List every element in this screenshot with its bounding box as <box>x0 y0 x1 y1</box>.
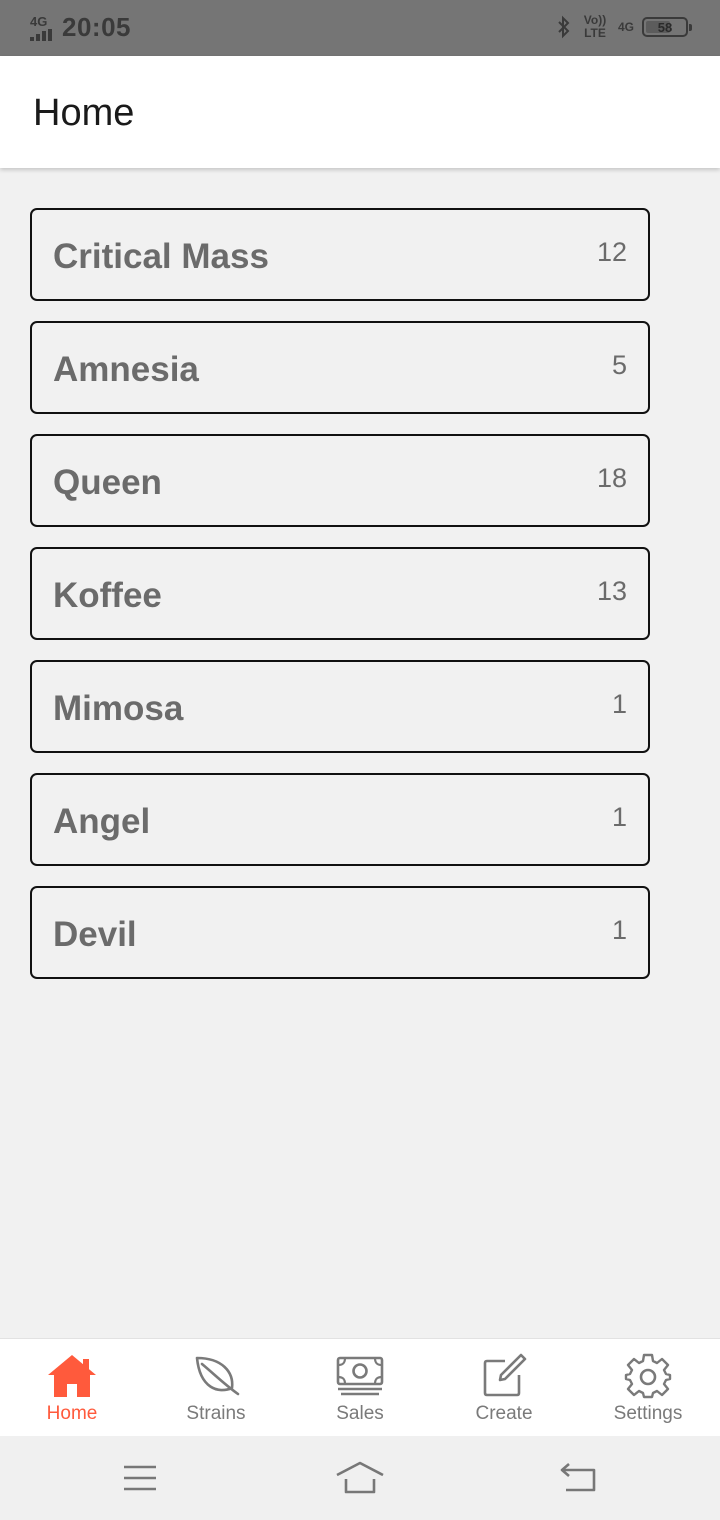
leaf-icon <box>195 1356 240 1396</box>
strain-name: Devil <box>53 915 137 954</box>
strain-card[interactable]: Critical Mass 12 <box>30 208 650 301</box>
nav-settings[interactable]: Settings <box>576 1339 720 1437</box>
strain-count: 13 <box>596 576 627 606</box>
nav-label: Create <box>475 1403 533 1424</box>
system-nav <box>0 1436 720 1520</box>
strain-card[interactable]: Angel 1 <box>30 773 650 866</box>
status-left: 4G 20:05 <box>30 12 131 43</box>
strain-card[interactable]: Devil 1 <box>30 886 650 979</box>
strain-name: Queen <box>53 463 162 502</box>
signal-icon <box>30 28 52 41</box>
bottom-nav: Home Strains Sales Create Settings <box>0 1338 720 1436</box>
nav-label: Home <box>46 1403 98 1424</box>
bluetooth-icon <box>558 15 570 39</box>
strain-card[interactable]: Koffee 13 <box>30 547 650 640</box>
system-back-button[interactable] <box>553 1456 603 1500</box>
strain-list: Critical Mass 12 Amnesia 5 Queen 18 Koff… <box>30 208 650 999</box>
strain-count: 1 <box>611 802 627 832</box>
nav-strains[interactable]: Strains <box>144 1339 288 1437</box>
strain-card[interactable]: Amnesia 5 <box>30 321 650 414</box>
battery-icon: 58 <box>642 17 692 37</box>
strain-name: Critical Mass <box>53 237 269 276</box>
data-label: 4G <box>617 19 634 34</box>
strain-name: Mimosa <box>53 689 184 728</box>
nav-sales[interactable]: Sales <box>288 1339 432 1437</box>
nav-label: Settings <box>613 1403 683 1424</box>
strain-name: Amnesia <box>53 350 199 389</box>
home-icon <box>48 1355 96 1397</box>
strain-count: 5 <box>611 350 627 380</box>
page-title: Home <box>33 92 135 134</box>
network-label: 4G <box>30 13 48 29</box>
strain-card[interactable]: Mimosa 1 <box>30 660 650 753</box>
nav-home[interactable]: Home <box>0 1339 144 1437</box>
status-bar: 4G 20:05 Vo)) LTE 4G 58 <box>0 0 720 56</box>
system-menu-button[interactable] <box>115 1456 165 1500</box>
volte-label: Vo)) LTE <box>583 13 607 40</box>
menu-icon <box>124 1465 156 1491</box>
strain-name: Angel <box>53 802 151 841</box>
status-right: Vo)) LTE 4G 58 <box>556 13 692 40</box>
system-home-button[interactable] <box>335 1456 385 1500</box>
strain-card[interactable]: Queen 18 <box>30 434 650 527</box>
nav-create[interactable]: Create <box>432 1339 576 1437</box>
battery-level: 58 <box>657 19 673 35</box>
home-outline-icon <box>336 1461 384 1494</box>
clock: 20:05 <box>62 12 131 42</box>
strain-count: 1 <box>611 689 627 719</box>
gear-icon <box>624 1353 672 1399</box>
network-indicator: 4G <box>30 15 52 41</box>
back-icon <box>560 1463 596 1492</box>
strain-count: 1 <box>611 915 627 945</box>
nav-label: Sales <box>336 1403 384 1424</box>
app-bar: Home <box>0 56 720 168</box>
strain-count: 12 <box>596 237 627 267</box>
strain-name: Koffee <box>53 576 162 615</box>
nav-label: Strains <box>186 1403 246 1424</box>
strain-count: 18 <box>596 463 627 493</box>
money-icon <box>336 1356 384 1396</box>
edit-icon <box>483 1353 527 1397</box>
